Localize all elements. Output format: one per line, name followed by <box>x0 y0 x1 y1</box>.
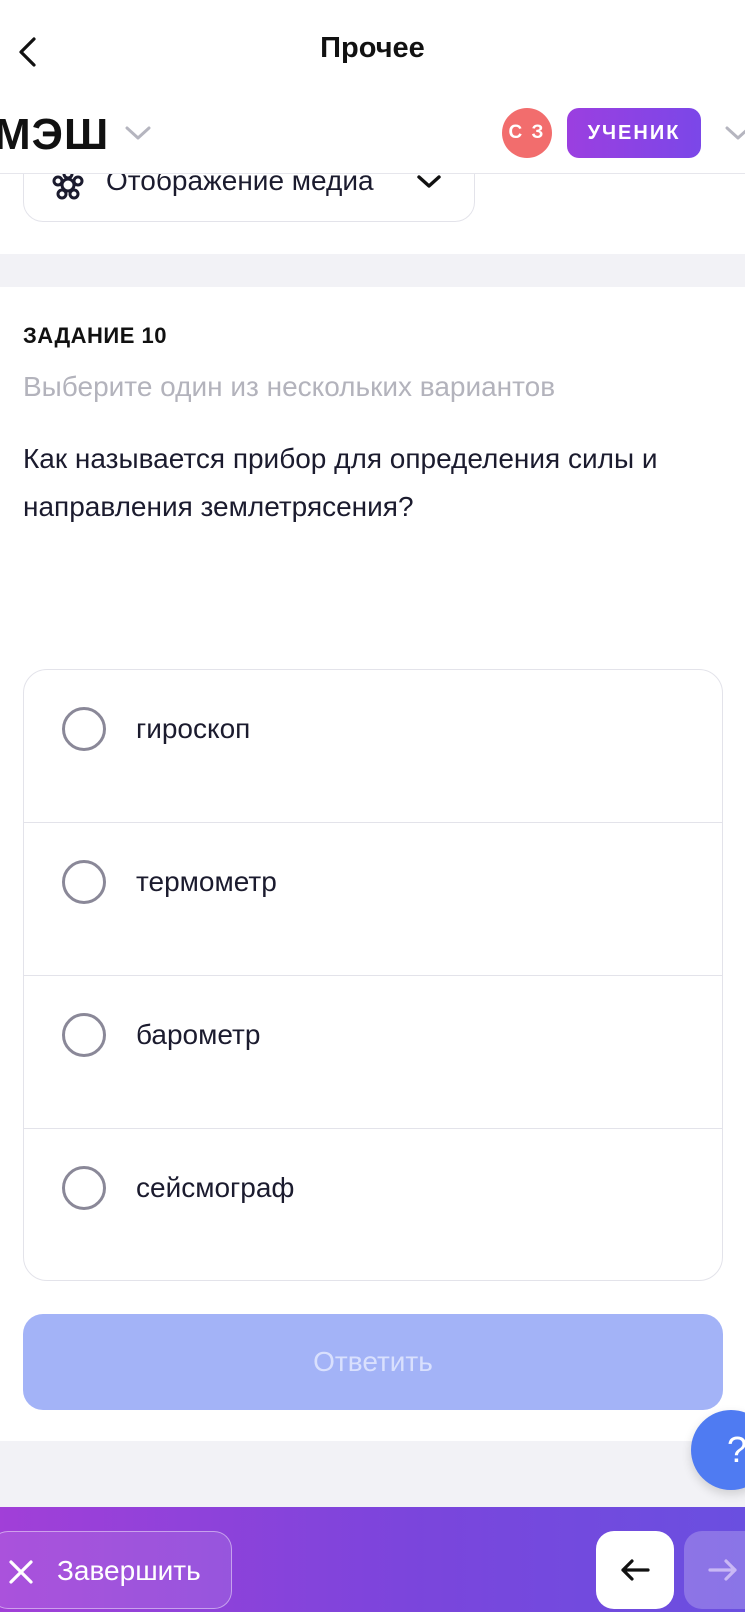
next-task-button[interactable] <box>684 1531 745 1609</box>
answer-option-label: сейсмограф <box>136 1172 295 1203</box>
finish-button[interactable]: Завершить <box>0 1531 232 1609</box>
avatar[interactable]: С З <box>502 108 552 158</box>
chevron-down-icon[interactable] <box>124 124 152 142</box>
help-icon: ? <box>726 1429 745 1470</box>
radio-button[interactable] <box>62 707 106 751</box>
page: Прочее МЭШ С З УЧЕНИК Отображение медиа <box>0 0 745 1612</box>
answer-option[interactable]: термометр <box>24 823 722 976</box>
answer-option-label: термометр <box>136 866 277 897</box>
close-icon <box>9 1560 33 1584</box>
radio-button[interactable] <box>62 860 106 904</box>
answer-option[interactable]: сейсмограф <box>24 1129 722 1280</box>
answer-option[interactable]: гироскоп <box>24 670 722 823</box>
answer-option-label: барометр <box>136 1019 261 1050</box>
page-title: Прочее <box>320 32 425 64</box>
answer-options: гироскоп термометр барометр сейсмограф <box>23 669 723 1281</box>
role-chevron-down-icon[interactable] <box>724 124 745 142</box>
task-number: ЗАДАНИЕ 10 <box>23 323 168 348</box>
submit-answer-button[interactable]: Ответить <box>23 1314 723 1410</box>
arrow-right-icon <box>708 1559 737 1581</box>
role-badge[interactable]: УЧЕНИК <box>567 108 701 158</box>
app-header: МЭШ С З УЧЕНИК <box>0 102 745 174</box>
bottom-bar: Завершить <box>0 1507 745 1612</box>
arrow-left-icon <box>621 1559 650 1581</box>
task-hint: Выберите один из нескольких вариантов <box>23 371 556 402</box>
answer-option[interactable]: барометр <box>24 976 722 1129</box>
app-logo[interactable]: МЭШ <box>0 110 109 160</box>
finish-label: Завершить <box>57 1555 201 1586</box>
top-navbar: Прочее <box>0 0 745 102</box>
radio-button[interactable] <box>62 1013 106 1057</box>
task-question: Как называется прибор для определения си… <box>23 443 658 522</box>
previous-task-button[interactable] <box>596 1531 674 1609</box>
task-card: ЗАДАНИЕ 10 Выберите один из нескольких в… <box>0 287 745 1441</box>
chevron-down-icon <box>417 175 441 188</box>
answer-option-label: гироскоп <box>136 713 251 744</box>
radio-button[interactable] <box>62 1166 106 1210</box>
